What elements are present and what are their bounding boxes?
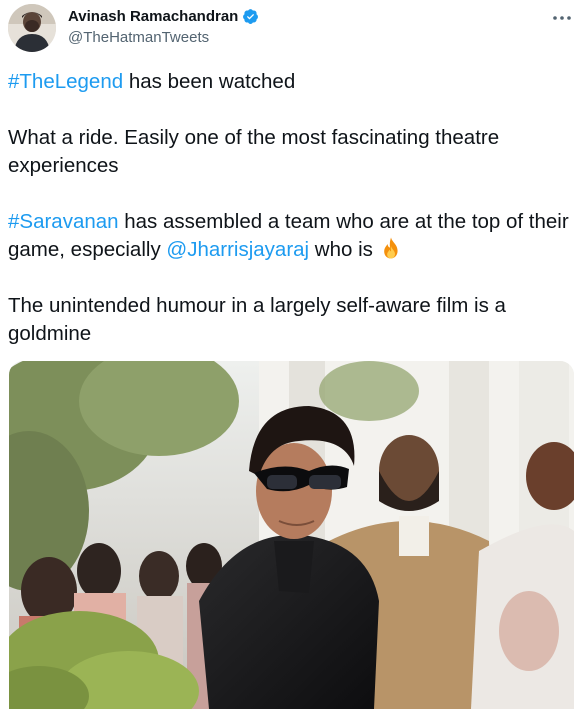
tweet[interactable]: Avinash Ramachandran @TheHatmanTweets #T…: [0, 0, 588, 709]
avatar-image: [8, 4, 56, 52]
author-display-name[interactable]: Avinash Ramachandran: [68, 8, 238, 25]
avatar[interactable]: [8, 4, 56, 52]
tweet-text: #TheLegend has been watched What a ride.…: [8, 68, 578, 348]
fire-emoji-icon: [379, 236, 403, 260]
verified-badge-icon: [242, 8, 259, 25]
author-handle[interactable]: @TheHatmanTweets: [68, 29, 209, 46]
tweet-photo-image: [9, 361, 574, 709]
tweet-paragraph-4: The unintended humour in a largely self-…: [8, 294, 506, 345]
tweet-paragraph-3: #Saravanan has assembled a team who are …: [8, 208, 578, 264]
tweet-text-segment: who is: [309, 238, 379, 261]
hashtag-link[interactable]: #TheLegend: [8, 70, 123, 93]
tweet-photo[interactable]: [9, 361, 574, 709]
tweet-text-segment: has been watched: [123, 70, 296, 93]
tweet-paragraph-2: What a ride. Easily one of the most fasc…: [8, 126, 500, 177]
more-options-icon[interactable]: [550, 8, 574, 28]
author-name-row[interactable]: Avinash Ramachandran: [68, 8, 259, 25]
mention-link[interactable]: @Jharrisjayaraj: [166, 238, 309, 261]
hashtag-link[interactable]: #Saravanan: [8, 210, 119, 233]
tweet-paragraph-1: #TheLegend has been watched: [8, 68, 578, 96]
